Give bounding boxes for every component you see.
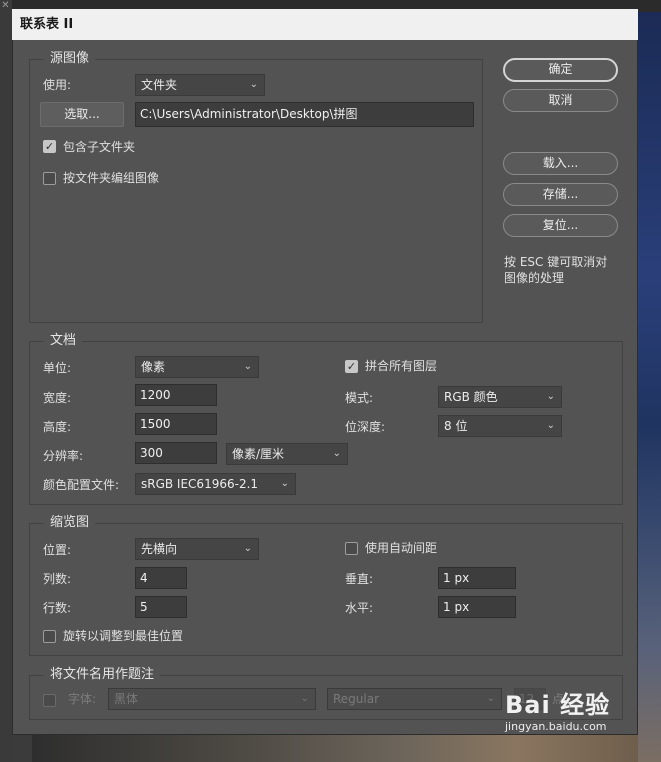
- dialog-titlebar: [12, 9, 638, 40]
- rows-label: 行数:: [43, 601, 72, 615]
- use-label: 使用:: [43, 78, 72, 92]
- bit-depth-value: 8 位: [444, 419, 468, 433]
- width-label: 宽度:: [43, 391, 72, 405]
- flatten-layers-label: 拼合所有图层: [365, 359, 438, 373]
- close-icon[interactable]: ✕: [0, 0, 11, 11]
- group-by-folder-label: 按文件夹编组图像: [63, 171, 160, 185]
- checkmark-icon: ✓: [44, 140, 55, 153]
- chevron-down-icon: ⌄: [486, 693, 495, 704]
- place-select-value: 先横向: [141, 542, 178, 556]
- resolution-label: 分辨率:: [43, 449, 84, 463]
- ok-button[interactable]: 确定: [503, 58, 618, 82]
- bit-depth-select[interactable]: 8 位 ⌄: [438, 415, 562, 437]
- thumbnails-legend: 缩览图: [44, 515, 96, 531]
- color-profile-label: 颜色配置文件:: [43, 478, 120, 492]
- document-legend: 文档: [44, 333, 83, 349]
- rotate-best-fit-checkbox[interactable]: [43, 630, 56, 643]
- chevron-down-icon: ⌄: [243, 361, 252, 372]
- cancel-button[interactable]: 取消: [503, 89, 618, 112]
- rows-field[interactable]: 5: [135, 596, 187, 618]
- chevron-down-icon: ⌄: [300, 693, 309, 704]
- resolution-unit-value: 像素/厘米: [232, 447, 285, 461]
- vertical-label: 垂直:: [345, 572, 374, 586]
- auto-spacing-label: 使用自动间距: [365, 541, 438, 555]
- vertical-spacing-field[interactable]: 1 px: [438, 567, 516, 589]
- caption-font-select[interactable]: 黑体 ⌄: [108, 688, 316, 710]
- esc-note: 按 ESC 键可取消对 图像的处理: [504, 254, 624, 286]
- horizontal-spacing-field[interactable]: 1 px: [438, 596, 516, 618]
- units-select[interactable]: 像素 ⌄: [135, 356, 259, 378]
- mode-select[interactable]: RGB 颜色 ⌄: [438, 386, 562, 408]
- watermark: Bai 经验 jingyan.baidu.com: [505, 690, 655, 750]
- load-button[interactable]: 载入...: [503, 152, 618, 175]
- color-profile-select[interactable]: sRGB IEC61966-2.1 ⌄: [135, 473, 296, 495]
- save-button[interactable]: 存储...: [503, 183, 618, 206]
- chevron-down-icon: ⌄: [546, 420, 555, 431]
- background-photo-right: [638, 12, 661, 762]
- height-label: 高度:: [43, 420, 72, 434]
- checkmark-icon: ✓: [346, 360, 357, 373]
- chevron-down-icon: ⌄: [249, 79, 258, 90]
- mode-label: 模式:: [345, 391, 374, 405]
- height-field[interactable]: 1500: [135, 413, 217, 435]
- rotate-best-fit-label: 旋转以调整到最佳位置: [63, 629, 184, 643]
- units-label: 单位:: [43, 361, 72, 375]
- use-filename-caption-checkbox[interactable]: [43, 694, 56, 707]
- units-select-value: 像素: [141, 360, 166, 374]
- columns-field[interactable]: 4: [135, 567, 187, 589]
- resolution-field[interactable]: 300: [135, 442, 217, 464]
- group-by-folder-checkbox[interactable]: [43, 172, 56, 185]
- place-select[interactable]: 先横向 ⌄: [135, 538, 259, 560]
- source-path-field[interactable]: C:\Users\Administrator\Desktop\拼图: [135, 102, 474, 127]
- include-subfolders-checkbox[interactable]: ✓: [43, 140, 56, 153]
- app-left-panel: [0, 0, 12, 762]
- chevron-down-icon: ⌄: [332, 448, 341, 459]
- caption-font-value: 黑体: [114, 692, 139, 706]
- bit-depth-label: 位深度:: [345, 420, 386, 434]
- chevron-down-icon: ⌄: [280, 478, 289, 489]
- caption-font-label: 字体:: [68, 692, 97, 706]
- watermark-logo: Bai 经验: [505, 691, 611, 719]
- caption-legend: 将文件名用作题注: [44, 667, 161, 683]
- resolution-unit-select[interactable]: 像素/厘米 ⌄: [226, 443, 348, 465]
- include-subfolders-label: 包含子文件夹: [63, 140, 136, 154]
- place-label: 位置:: [43, 543, 72, 557]
- caption-style-select[interactable]: Regular ⌄: [327, 688, 502, 710]
- width-field[interactable]: 1200: [135, 384, 217, 406]
- watermark-url: jingyan.baidu.com: [505, 720, 607, 733]
- auto-spacing-checkbox[interactable]: [345, 542, 358, 555]
- color-profile-value: sRGB IEC61966-2.1: [141, 477, 259, 491]
- chevron-down-icon: ⌄: [243, 543, 252, 554]
- reset-button[interactable]: 复位...: [503, 214, 618, 237]
- esc-note-line1: 按 ESC 键可取消对: [504, 255, 608, 269]
- choose-button[interactable]: 选取...: [40, 102, 124, 127]
- source-images-legend: 源图像: [44, 51, 96, 67]
- esc-note-line2: 图像的处理: [504, 271, 565, 285]
- mode-select-value: RGB 颜色: [444, 390, 498, 404]
- use-select-value: 文件夹: [141, 78, 178, 92]
- caption-style-value: Regular: [333, 692, 380, 706]
- columns-label: 列数:: [43, 572, 72, 586]
- source-images-group: [29, 59, 483, 323]
- horizontal-label: 水平:: [345, 601, 374, 615]
- use-select[interactable]: 文件夹 ⌄: [135, 74, 265, 96]
- flatten-layers-checkbox[interactable]: ✓: [345, 360, 358, 373]
- chevron-down-icon: ⌄: [546, 391, 555, 402]
- dialog-title: 联系表 II: [20, 17, 74, 32]
